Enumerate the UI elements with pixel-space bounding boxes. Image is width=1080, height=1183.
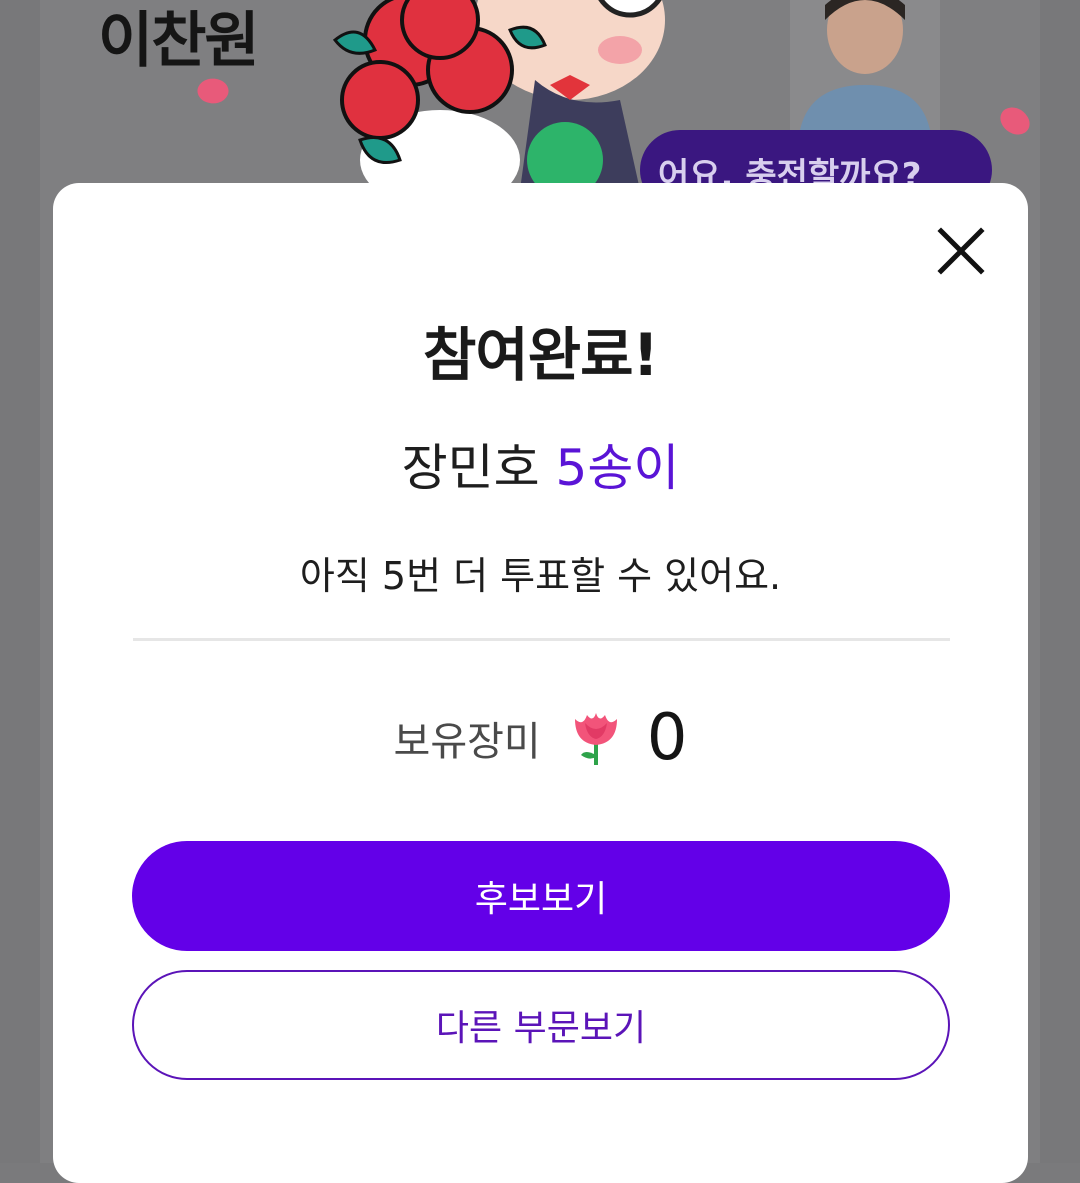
divider [133, 638, 950, 641]
vote-complete-modal: 참여완료! 장민호 5송이 아직 5번 더 투표할 수 있어요. 보유장미 0 … [53, 183, 1028, 1183]
vote-count: 5송이 [555, 439, 680, 497]
background-candidate-name: 이찬원 [98, 6, 260, 76]
candidate-photo [790, 0, 940, 130]
rose-icon [574, 713, 617, 765]
close-button[interactable] [933, 223, 989, 279]
view-candidates-button[interactable]: 후보보기 [132, 841, 950, 951]
vote-summary: 장민호 5송이 [53, 428, 1028, 500]
balance-value: 0 [646, 701, 688, 775]
balance-label: 보유장미 [393, 719, 541, 765]
modal-title: 참여완료! [423, 321, 659, 389]
remaining-votes-text: 아직 5번 더 투표할 수 있어요. [299, 554, 782, 598]
close-icon [937, 227, 985, 275]
other-categories-button[interactable]: 다른 부문보기 [132, 970, 950, 1080]
rose-balance: 보유장미 0 [53, 701, 1028, 775]
mascot-illustration [332, 0, 665, 190]
candidate-name: 장민호 [401, 439, 540, 497]
